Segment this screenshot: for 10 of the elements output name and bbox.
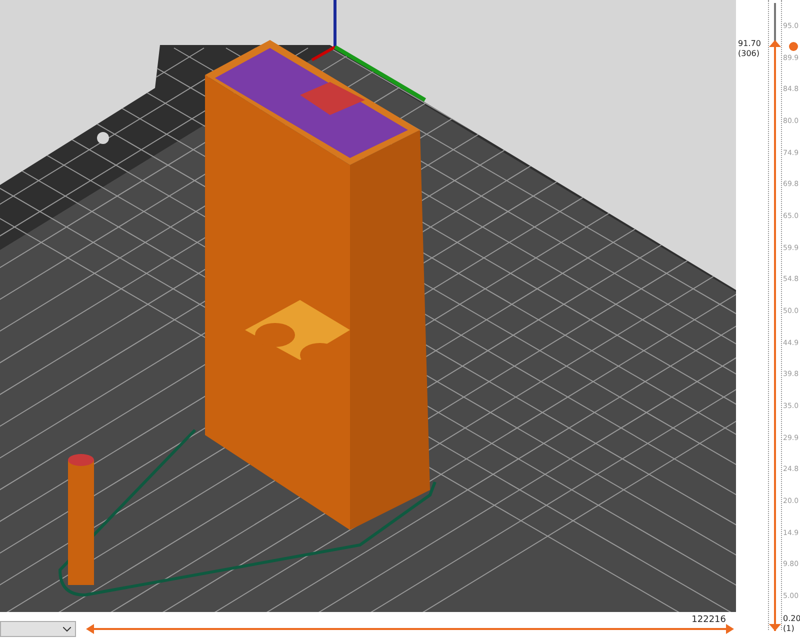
lower-layer-label: (1) — [783, 624, 794, 634]
upper-layer-label: (306) — [738, 48, 760, 59]
right-thumb-handle[interactable] — [726, 624, 734, 634]
chevron-icon — [63, 626, 71, 632]
view-type-dropdown[interactable] — [0, 621, 76, 637]
upper-height-label: 91.70 — [738, 38, 761, 49]
lower-thumb-handle[interactable] — [769, 624, 781, 631]
upper-thumb-handle[interactable] — [769, 40, 781, 47]
lower-height-label: 0.20 — [783, 614, 800, 624]
move-reading: 122216 — [692, 615, 726, 625]
